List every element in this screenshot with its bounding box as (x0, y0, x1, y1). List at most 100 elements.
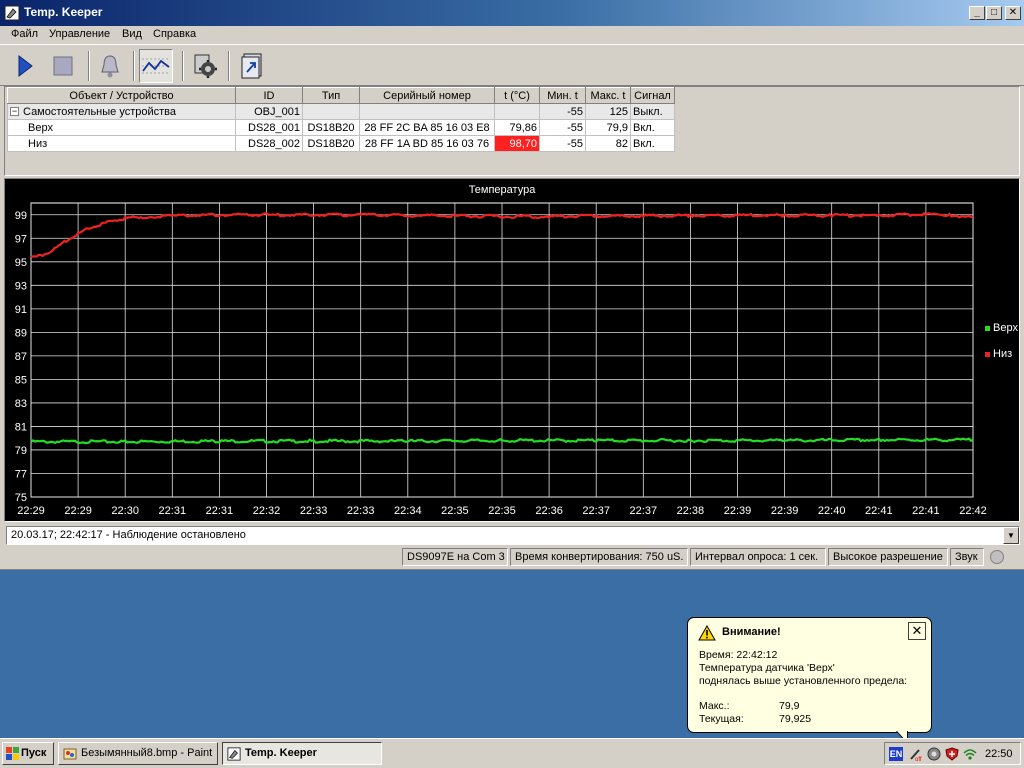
balloon-message-2: поднялась выше установленного предела: (699, 675, 908, 687)
gear-icon (194, 54, 217, 78)
group-signal: Выкл. (630, 103, 675, 120)
menu-file[interactable]: Файл (11, 28, 38, 40)
status-port: DS9097E на Com 3 (402, 548, 508, 566)
export-icon (241, 53, 262, 79)
task-temp-keeper-label: Temp. Keeper (245, 747, 317, 759)
x-tick-label: 22:36 (535, 505, 563, 517)
x-tick-label: 22:35 (488, 505, 516, 517)
table-header-row: Объект / Устройство ID Тип Серийный номе… (7, 87, 675, 104)
col-header-serial[interactable]: Серийный номер (359, 87, 495, 104)
stop-button[interactable] (46, 49, 80, 83)
system-tray: EN off 22:50 (884, 742, 1021, 765)
col-header-max[interactable]: Макс. t (585, 87, 631, 104)
x-tick-label: 22:38 (677, 505, 705, 517)
y-tick-label: 97 (15, 233, 27, 245)
device-max: 79,9 (585, 119, 631, 136)
chart-button[interactable] (139, 49, 173, 83)
table-row-group[interactable]: − Самостоятельные устройства OBJ_001 -55 … (7, 103, 675, 120)
legend-swatch (985, 352, 990, 357)
start-button[interactable]: Пуск (2, 742, 54, 765)
status-sound[interactable]: Звук (950, 548, 984, 566)
log-dropdown-button[interactable]: ▼ (1003, 527, 1019, 544)
menu-view[interactable]: Вид (122, 28, 142, 40)
devices-table-area: Объект / Устройство ID Тип Серийный номе… (4, 86, 1020, 176)
antivirus-shield-icon[interactable] (945, 747, 959, 761)
device-type: DS18B20 (302, 135, 360, 152)
bell-icon (101, 55, 119, 78)
table-row[interactable]: Верх DS28_001 DS18B20 28 FF 2C BA 85 16 … (7, 119, 675, 136)
y-tick-label: 77 (15, 468, 27, 480)
log-text: 20.03.17; 22:42:17 - Наблюдение остановл… (11, 529, 246, 541)
x-tick-label: 22:29 (64, 505, 92, 517)
sound-icon[interactable] (927, 747, 941, 761)
start-label: Пуск (21, 747, 47, 759)
task-temp-keeper[interactable]: Temp. Keeper (222, 742, 382, 765)
legend-label: Низ (993, 348, 1012, 360)
y-tick-label: 99 (15, 210, 27, 222)
minimize-button[interactable]: _ (969, 6, 985, 20)
device-type: DS18B20 (302, 119, 360, 136)
temperature-chart: Температура9997959391898785838179777522:… (15, 184, 1019, 517)
maximize-button[interactable]: □ (986, 6, 1002, 20)
x-tick-label: 22:32 (253, 505, 281, 517)
play-button[interactable] (8, 49, 42, 83)
log-combobox[interactable]: 20.03.17; 22:42:17 - Наблюдение остановл… (6, 526, 1020, 545)
balloon-max-value: 79,9 (779, 700, 800, 712)
temperature-chart-panel: Температура 99 97 95 93 91 89 87 85 83 81 79 77 75 22:… (4, 178, 1020, 522)
menu-help[interactable]: Справка (153, 28, 196, 40)
window-title: Temp. Keeper (24, 5, 103, 19)
group-max: 125 (585, 103, 631, 120)
x-tick-label: 22:39 (771, 505, 799, 517)
balloon-close-button[interactable]: ✕ (908, 622, 926, 640)
col-header-min[interactable]: Мин. t (539, 87, 586, 104)
x-tick-label: 22:31 (159, 505, 187, 517)
device-temp-alarm: 98,70 (494, 135, 540, 152)
group-min: -55 (539, 103, 586, 120)
alarm-button[interactable] (93, 49, 127, 83)
device-signal: Вкл. (630, 119, 675, 136)
x-tick-label: 22:31 (206, 505, 234, 517)
y-tick-label: 91 (15, 304, 27, 316)
task-paint-label: Безымянный8.bmp - Paint (81, 747, 213, 759)
x-tick-label: 22:33 (300, 505, 328, 517)
title-bar[interactable]: Temp. Keeper _ □ ✕ (0, 0, 1024, 26)
x-tick-label: 22:37 (582, 505, 610, 517)
thermometer-off-icon[interactable]: off (909, 747, 923, 761)
device-max: 82 (585, 135, 631, 152)
status-conv-time: Время конвертирования: 750 uS. (510, 548, 688, 566)
alert-balloon[interactable]: Внимание! ✕ Время: 22:42:12 Температура … (687, 617, 932, 733)
close-button[interactable]: ✕ (1005, 6, 1021, 20)
app-icon (4, 5, 20, 21)
play-icon (18, 54, 33, 78)
y-tick-label: 95 (15, 257, 27, 269)
language-indicator[interactable]: EN (889, 747, 903, 761)
col-header-object[interactable]: Объект / Устройство (7, 87, 236, 104)
col-header-temp[interactable]: t (°C) (494, 87, 540, 104)
x-tick-label: 22:33 (347, 505, 375, 517)
settings-button[interactable] (188, 49, 222, 83)
col-header-type[interactable]: Тип (302, 87, 360, 104)
svg-text:off: off (915, 757, 922, 761)
windows-logo-icon (6, 747, 19, 760)
balloon-current-label: Текущая: (699, 713, 744, 725)
warning-icon (698, 625, 716, 641)
collapse-toggle[interactable]: − (10, 107, 19, 117)
x-tick-label: 22:41 (912, 505, 940, 517)
status-resolution: Высокое разрешение (828, 548, 948, 566)
task-paint[interactable]: Безымянный8.bmp - Paint (58, 742, 218, 765)
menu-control[interactable]: Управление (49, 28, 110, 40)
col-header-signal[interactable]: Сигнал (630, 87, 675, 104)
table-row[interactable]: Низ DS28_002 DS18B20 28 FF 1A BD 85 16 0… (7, 135, 675, 152)
device-serial: 28 FF 2C BA 85 16 03 E8 (359, 119, 495, 136)
x-tick-label: 22:39 (724, 505, 752, 517)
x-tick-label: 22:41 (865, 505, 893, 517)
x-tick-label: 22:40 (818, 505, 846, 517)
col-header-id[interactable]: ID (235, 87, 303, 104)
app-window: Temp. Keeper _ □ ✕ Файл Управление Вид С… (0, 0, 1024, 570)
status-bar: DS9097E на Com 3 Время конвертирования: … (0, 547, 1024, 567)
export-button[interactable] (235, 49, 269, 83)
y-tick-label: 79 (15, 445, 27, 457)
device-signal: Вкл. (630, 135, 675, 152)
status-indicator (990, 550, 1004, 564)
wifi-icon[interactable] (963, 747, 977, 761)
